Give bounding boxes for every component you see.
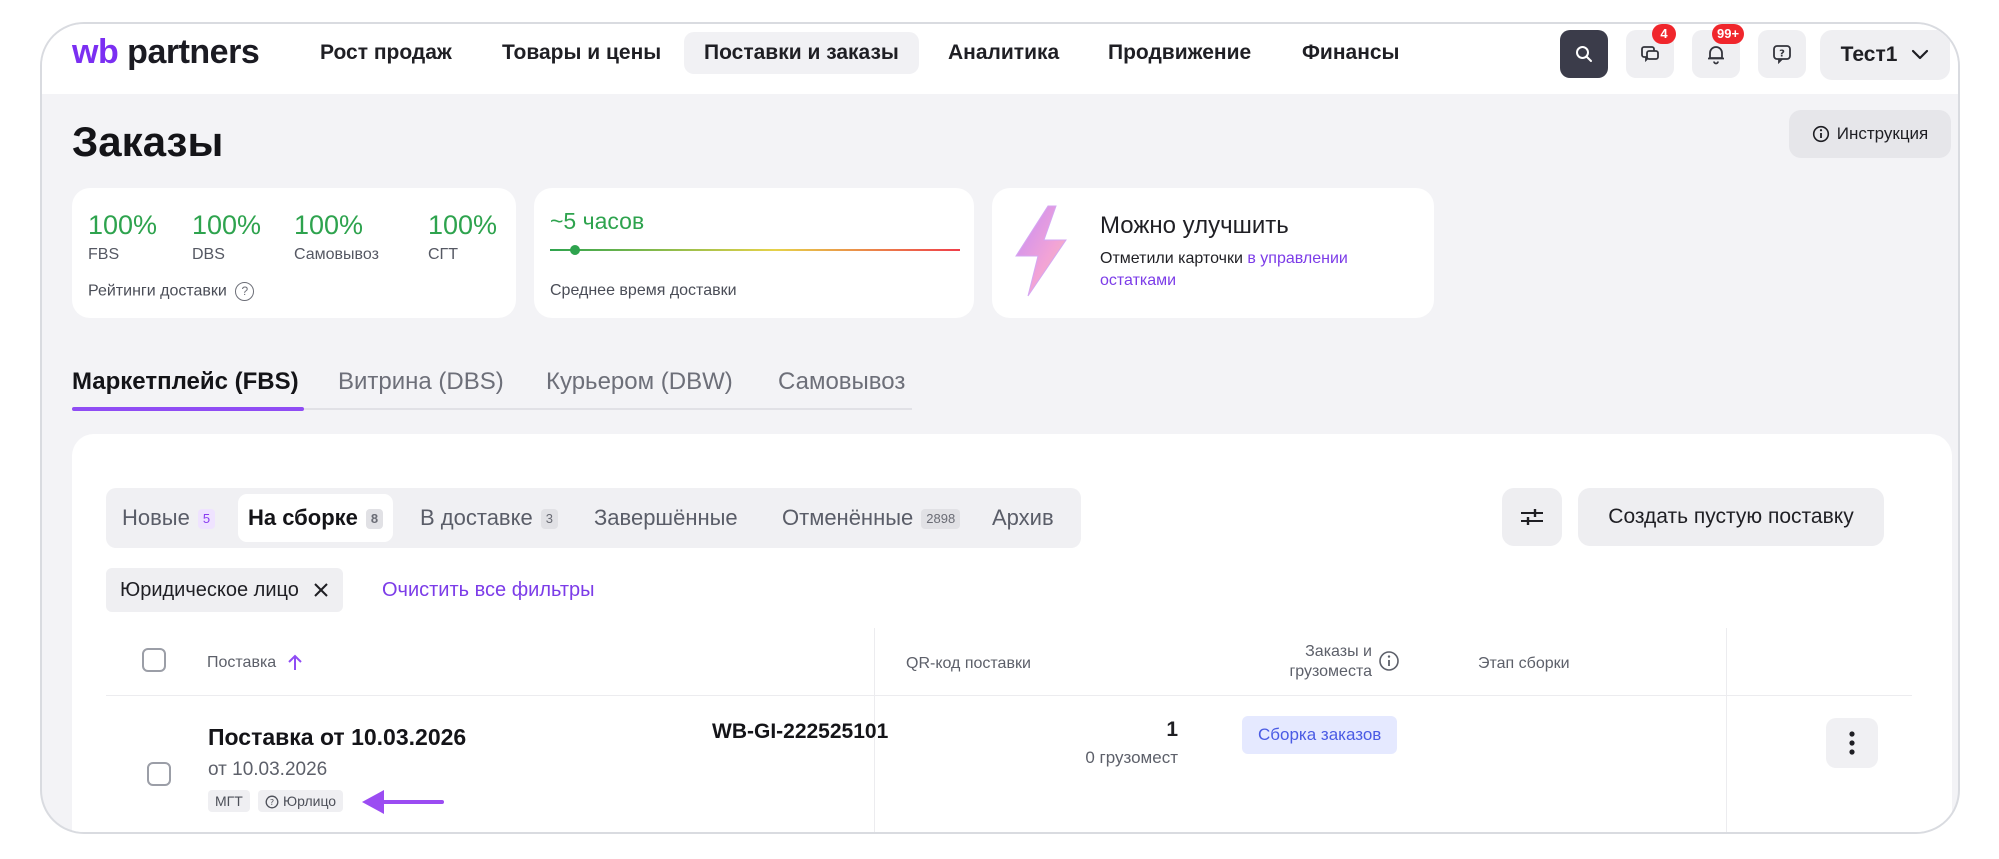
- info-icon: [1812, 125, 1829, 143]
- rating-fbs-label: FBS: [88, 246, 120, 263]
- delivery-time-marker: [570, 245, 580, 255]
- messages-button[interactable]: 4: [1626, 24, 1676, 78]
- count-badge: 2898: [921, 509, 961, 530]
- chevron-down-icon: [1912, 49, 1929, 60]
- nav-sales-growth[interactable]: Рост продаж: [320, 32, 452, 74]
- question-icon: ?: [265, 795, 279, 809]
- nav-supplies-orders[interactable]: Поставки и заказы: [684, 32, 919, 74]
- column-qr-header: QR-код поставки: [906, 655, 1031, 672]
- column-divider: [1726, 628, 1727, 832]
- delivery-time-caption: Среднее время доставки: [550, 282, 737, 299]
- more-vertical-icon: [1849, 731, 1855, 755]
- count-badge: 5: [197, 509, 216, 530]
- column-stage-header: Этап сборки: [1478, 655, 1570, 672]
- arrow-up-icon: [287, 654, 302, 670]
- orders-panel: Новые 5 На сборке 8 В доставке 3 Завершённы…: [72, 434, 1952, 832]
- status-tab-new[interactable]: Новые 5: [112, 494, 225, 542]
- tag-mgt: МГТ: [208, 790, 250, 812]
- stage-badge: Сборка заказов: [1242, 716, 1398, 754]
- supply-qr-code: WB-GI-222525101: [712, 720, 889, 743]
- status-tabs: Новые 5 На сборке 8 В доставке 3 Завершённы…: [106, 488, 1081, 548]
- orders-count: 1: [1166, 718, 1178, 741]
- tab-marketplace-fbs[interactable]: Маркетплейс (FBS): [72, 362, 299, 402]
- tab-showcase-dbs[interactable]: Витрина (DBS): [338, 362, 504, 402]
- delivery-time-card: ~5 часов Среднее время доставки: [534, 188, 974, 318]
- count-badge: 8: [365, 509, 384, 530]
- svg-text:?: ?: [270, 798, 274, 807]
- improve-text: Отметили карточки в управлении остатками: [1100, 250, 1348, 289]
- improve-title: Можно улучшить: [1100, 212, 1289, 239]
- user-name: Тест1: [1840, 43, 1898, 66]
- status-tab-cancelled[interactable]: Отменённые 2898: [772, 494, 970, 542]
- rating-dbs-label: DBS: [192, 246, 225, 263]
- notifications-badge: 99+: [1712, 24, 1745, 44]
- ratings-caption: Рейтинги доставки ?: [88, 282, 255, 301]
- wb-partners-logo[interactable]: wb partners: [72, 30, 260, 74]
- page-title: Заказы: [72, 118, 224, 165]
- user-menu[interactable]: Тест1: [1820, 30, 1950, 80]
- nav-goods-prices[interactable]: Товары и цены: [502, 32, 661, 74]
- create-empty-supply-button[interactable]: Создать пустую поставку: [1578, 488, 1884, 546]
- active-tab-indicator: [72, 407, 304, 411]
- instruction-button[interactable]: Инструкция: [1789, 110, 1951, 158]
- nav-promotion[interactable]: Продвижение: [1108, 32, 1251, 74]
- improve-card: Можно улучшить Отметили карточки в управ…: [992, 188, 1434, 318]
- delivery-time-scale: [550, 245, 960, 255]
- messages-badge: 4: [1652, 24, 1676, 44]
- tab-pickup[interactable]: Самовывоз: [778, 362, 905, 402]
- chat-icon: [1641, 46, 1659, 63]
- status-tab-completed[interactable]: Завершённые: [584, 494, 748, 542]
- rating-pickup-label: Самовывоз: [294, 246, 379, 263]
- info-icon[interactable]: [1378, 650, 1400, 672]
- sliders-icon: [1521, 509, 1543, 525]
- arrow-left-icon: [362, 790, 444, 814]
- bell-icon: [1708, 46, 1724, 65]
- question-icon[interactable]: ?: [235, 282, 255, 301]
- svg-text:?: ?: [1779, 49, 1785, 60]
- nav-finance[interactable]: Финансы: [1302, 32, 1400, 74]
- row-checkbox[interactable]: [147, 762, 171, 786]
- delivery-ratings-card: 100% FBS 100% DBS 100% Самовывоз 100% СГ…: [72, 188, 516, 318]
- rating-dbs-value: 100%: [192, 210, 262, 240]
- cargo-places-count: 0 грузомест: [1085, 748, 1178, 767]
- tab-courier-dbw[interactable]: Курьером (DBW): [546, 362, 733, 402]
- select-all-checkbox[interactable]: [142, 648, 166, 672]
- column-orders-header: Заказы и грузоместа: [1289, 643, 1372, 680]
- rating-pickup-value: 100%: [294, 210, 364, 240]
- count-badge: 3: [540, 509, 558, 530]
- help-chat-icon: ?: [1773, 45, 1791, 65]
- status-tab-in-delivery[interactable]: В доставке 3: [410, 494, 568, 542]
- supply-title[interactable]: Поставка от 10.03.2026: [208, 724, 466, 751]
- supply-date: от 10.03.2026: [208, 759, 328, 780]
- row-actions-button[interactable]: [1826, 718, 1878, 768]
- top-navigation: wb partners Рост продаж Товары и цены По…: [42, 24, 1958, 94]
- column-supply-header[interactable]: Поставка: [207, 653, 303, 673]
- search-button[interactable]: [1560, 30, 1608, 78]
- rating-fbs-value: 100%: [88, 210, 158, 240]
- tag-legal-entity: ? Юрлицо: [258, 790, 344, 812]
- filter-chip-legal-entity: Юридическое лицо: [106, 568, 343, 612]
- lightning-icon: [1015, 205, 1067, 297]
- clear-filters-link[interactable]: Очистить все фильтры: [382, 570, 595, 610]
- rating-sgt-label: СГТ: [428, 246, 458, 263]
- status-tab-assembly[interactable]: На сборке 8: [238, 494, 394, 542]
- close-icon[interactable]: [313, 582, 329, 598]
- app-window: wb partners Рост продаж Товары и цены По…: [40, 22, 1960, 834]
- rating-sgt-value: 100%: [428, 210, 498, 240]
- search-icon: [1576, 46, 1592, 62]
- delivery-time-value: ~5 часов: [550, 208, 645, 234]
- nav-analytics[interactable]: Аналитика: [948, 32, 1059, 74]
- notifications-button[interactable]: 99+: [1692, 24, 1745, 78]
- help-button[interactable]: ?: [1758, 30, 1806, 78]
- status-tab-archive[interactable]: Архив: [982, 494, 1064, 542]
- filters-button[interactable]: [1502, 488, 1562, 546]
